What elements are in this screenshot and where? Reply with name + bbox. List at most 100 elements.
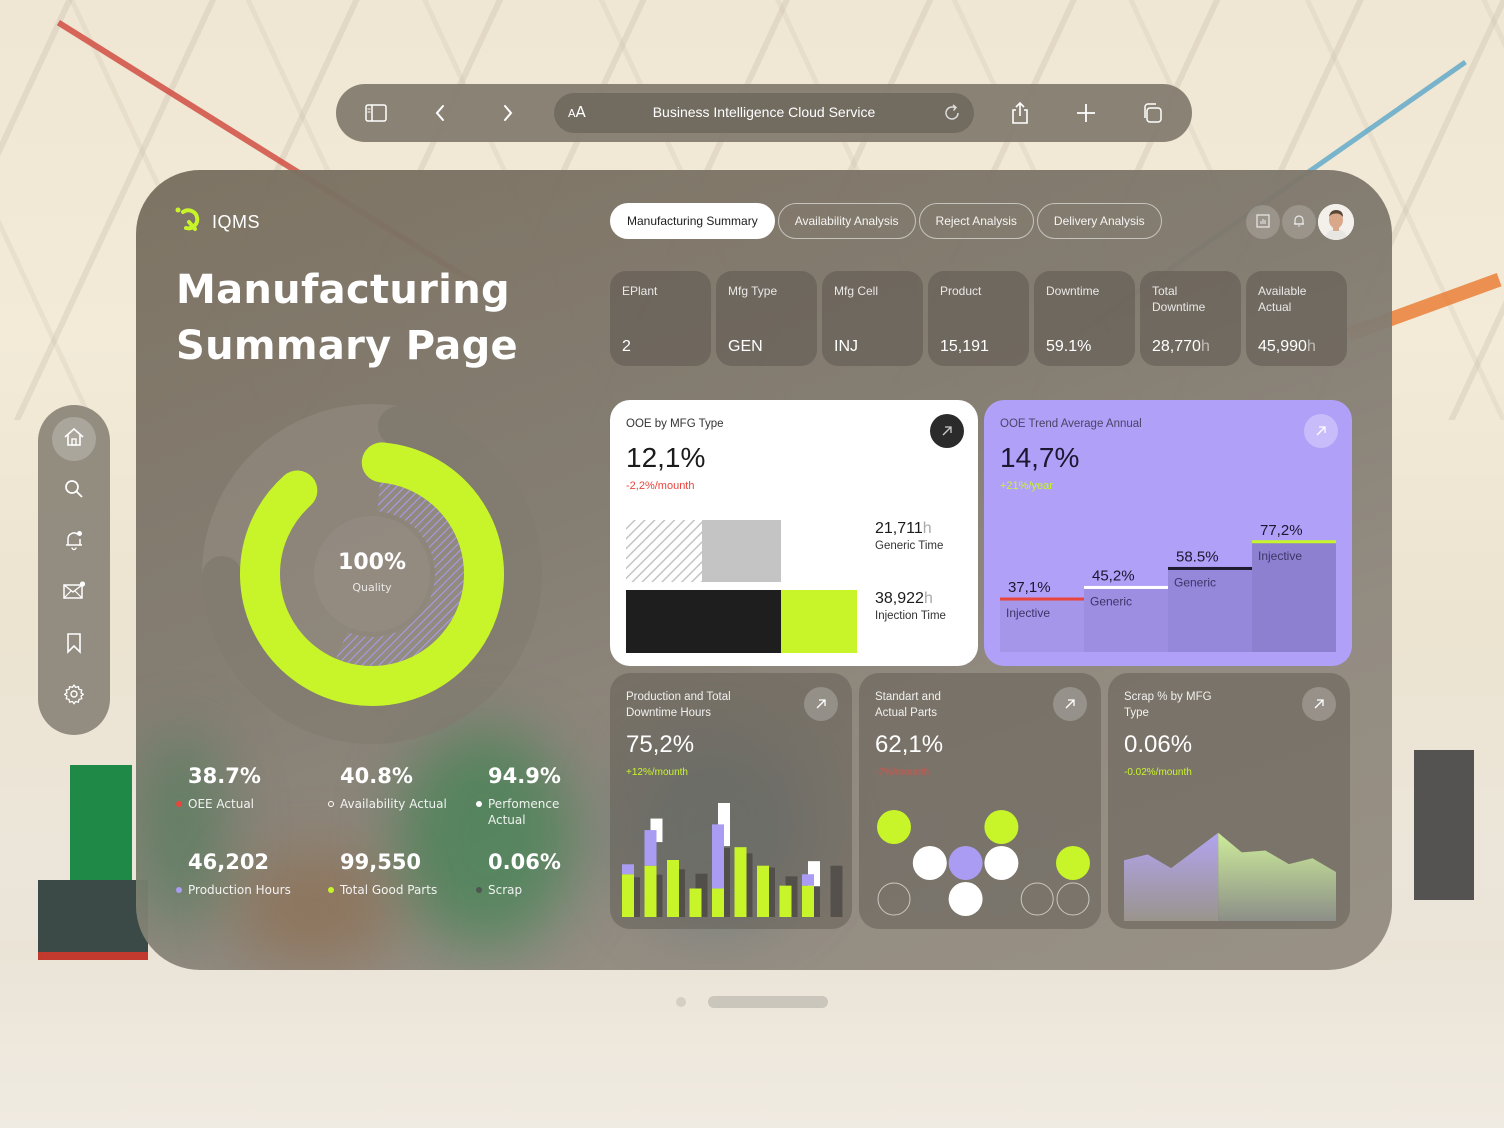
page-title-line: Summary Page	[176, 323, 518, 369]
filter-value: 15,191	[940, 338, 989, 355]
bar-generic-base	[626, 520, 702, 582]
bar-injection-base	[626, 590, 781, 653]
filter-available-actual[interactable]: Available Actual 45,990h	[1246, 271, 1347, 366]
parts-dot	[877, 846, 911, 880]
card-ooe-trend[interactable]: OOE Trend Average Annual 14,7% +21%/year…	[984, 400, 1352, 666]
bar-injection-extra	[781, 590, 857, 653]
filter-value: GEN	[728, 338, 763, 355]
card-value: 14,7%	[1000, 442, 1080, 473]
background-blur	[136, 730, 226, 930]
trend-step-line	[1168, 566, 1252, 570]
scrap-area-series	[1124, 832, 1219, 921]
avatar[interactable]	[1318, 204, 1354, 240]
parts-dot	[1020, 846, 1055, 880]
sidebar-item-notifications[interactable]	[52, 520, 96, 564]
share-icon[interactable]	[1000, 84, 1040, 142]
window-grab-handle[interactable]	[708, 996, 828, 1008]
trend-step-value: 45,2%	[1092, 567, 1135, 584]
page-url-title: Business Intelligence Cloud Service	[652, 104, 876, 120]
trend-step-label: Injective	[1006, 606, 1050, 620]
filter-label: EPlant	[622, 284, 658, 298]
card-delta: -0.02%/mounth	[1124, 767, 1192, 778]
dashboard-panel: IQMS Manufacturing Summary Page Manufact…	[136, 170, 1392, 970]
card-scrap-by-mfg[interactable]: Scrap % by MFG Type 0.06% -0.02%/mounth	[1108, 673, 1350, 929]
sidebar-nav	[38, 405, 110, 735]
forward-icon[interactable]	[488, 84, 528, 142]
stat-value: 46,202	[188, 850, 270, 874]
arrow-up-right-icon	[941, 422, 953, 441]
card-title: OOE by MFG Type	[626, 418, 724, 430]
filter-eplant[interactable]: EPlant 2	[610, 271, 711, 366]
card-ooe-by-mfg-type[interactable]: OOE by MFG Type 12,1% -2,2%/mounth 21,71…	[610, 400, 978, 666]
sidebar-item-settings[interactable]	[52, 674, 96, 718]
sidebar-item-home[interactable]	[52, 417, 96, 461]
filter-downtime[interactable]: Downtime 59.1%	[1034, 271, 1135, 366]
sidebar-item-mail[interactable]	[52, 571, 96, 615]
background-machine	[38, 880, 148, 960]
app-logo[interactable]: IQMS	[174, 206, 260, 238]
tab-manufacturing-summary[interactable]: Manufacturing Summary	[610, 203, 775, 239]
background-rack	[1414, 750, 1474, 900]
filter-label: Total Downtime	[1152, 284, 1206, 314]
parts-dot	[1020, 810, 1055, 844]
bar-production	[734, 847, 747, 917]
expand-button[interactable]	[1053, 687, 1087, 721]
bar-downtime	[644, 830, 657, 866]
filter-label: Product	[940, 284, 982, 298]
tab-reject-analysis[interactable]: Reject Analysis	[918, 203, 1034, 239]
filter-label: Mfg Cell	[834, 284, 879, 298]
trend-step-line	[1000, 597, 1084, 601]
window-dot[interactable]	[676, 997, 686, 1007]
card-title: Standart and Actual Parts	[875, 691, 941, 719]
parts-dot-empty	[1020, 882, 1054, 916]
quality-value: 100%	[338, 550, 406, 575]
report-button[interactable]	[1246, 205, 1280, 239]
trend-step-value: 58.5%	[1176, 548, 1219, 565]
expand-button[interactable]	[804, 687, 838, 721]
browser-toolbar: AA Business Intelligence Cloud Service	[336, 84, 1192, 142]
stat-label: Availability Actual	[340, 797, 447, 811]
card-delta: +12%/mounth	[626, 767, 688, 778]
filter-mfg-type[interactable]: Mfg Type GEN	[716, 271, 817, 366]
filter-value: 2	[622, 338, 631, 355]
generic-time-caption: Generic Time	[875, 540, 944, 552]
quality-donut-chart: 100% Quality	[196, 398, 548, 750]
filter-value: 59.1%	[1046, 338, 1092, 355]
sidebar-icon[interactable]	[356, 84, 396, 142]
trend-step-label: Injective	[1258, 549, 1302, 563]
stat-value: 99,550	[340, 850, 422, 874]
arrow-up-right-icon	[1064, 695, 1076, 714]
parts-dot	[948, 882, 983, 916]
tab-availability-analysis[interactable]: Availability Analysis	[777, 203, 916, 239]
tabs-icon[interactable]	[1132, 84, 1172, 142]
back-icon[interactable]	[420, 84, 460, 142]
parts-dot-matrix	[877, 810, 1090, 916]
expand-button[interactable]	[930, 414, 964, 448]
generic-time-value: 21,711	[875, 520, 923, 537]
sidebar-item-search[interactable]	[52, 469, 96, 513]
trend-step-line	[1252, 540, 1336, 544]
new-tab-icon[interactable]	[1066, 84, 1106, 142]
stat-production-hours: 46,202 Production Hours	[176, 850, 298, 898]
tab-delivery-analysis[interactable]: Delivery Analysis	[1036, 203, 1162, 239]
filter-mfg-cell[interactable]: Mfg Cell INJ	[822, 271, 923, 366]
address-bar[interactable]: AA Business Intelligence Cloud Service	[554, 93, 974, 133]
expand-button[interactable]	[1304, 414, 1338, 448]
sidebar-item-bookmark[interactable]	[52, 623, 96, 667]
legend-dot	[176, 801, 182, 807]
filter-product[interactable]: Product 15,191	[928, 271, 1029, 366]
card-standard-actual-parts[interactable]: Standart and Actual Parts 62,1% -7%/mount…	[859, 673, 1101, 929]
report-icon	[1256, 213, 1270, 232]
filter-label: Mfg Type	[728, 284, 778, 298]
notifications-button[interactable]	[1282, 205, 1316, 239]
home-icon	[63, 426, 85, 452]
reload-icon[interactable]	[940, 101, 964, 125]
card-production-downtime[interactable]: Production and Total Downtime Hours 75,2%…	[610, 673, 852, 929]
expand-button[interactable]	[1302, 687, 1336, 721]
filter-total-downtime[interactable]: Total Downtime 28,770h	[1140, 271, 1241, 366]
parts-dot-empty	[1056, 882, 1090, 916]
bar-production	[689, 888, 702, 917]
legend-dot	[176, 887, 182, 893]
injection-time-caption: Injection Time	[875, 610, 946, 622]
bar-production	[644, 865, 657, 917]
